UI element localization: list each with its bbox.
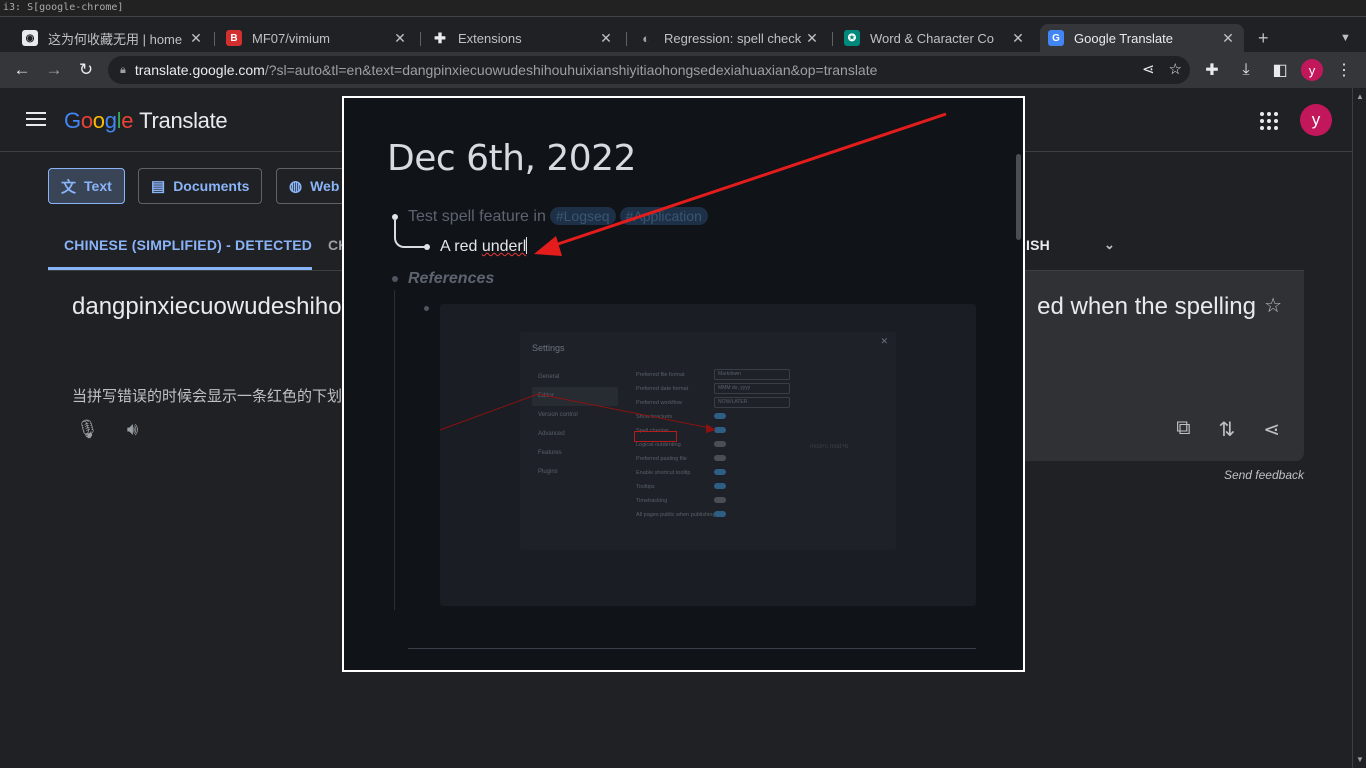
tab-vimium[interactable]: B MF07/vimium ✕	[218, 24, 416, 52]
tab-title: Google Translate	[1074, 30, 1174, 46]
translate-icon: 文	[61, 178, 77, 196]
avatar: y	[1301, 59, 1323, 81]
source-language-detected[interactable]: CHINESE (SIMPLIFIED) - DETECTED	[64, 237, 312, 253]
send-feedback-link[interactable]: Send feedback	[1224, 468, 1304, 482]
settings-options: Preferred file format Markdown Preferred …	[636, 368, 886, 522]
block-bullet[interactable]	[392, 276, 398, 282]
shortcut-hint: mod+c mod+b	[810, 444, 849, 450]
tab-regression[interactable]: ◐ Regression: spell check ✕	[630, 24, 828, 52]
account-avatar[interactable]: y	[1300, 104, 1332, 136]
tab-title: Extensions	[458, 30, 522, 46]
tab-strip: ◉ 这为何收藏无用 | home ✕ B MF07/vimium ✕ ✚ Ext…	[0, 17, 1366, 52]
chevron-down-icon[interactable]: ⌄	[1104, 237, 1115, 253]
speaker-icon[interactable]: 🔊︎	[127, 419, 138, 440]
side-panel-icon[interactable]: ◧	[1268, 58, 1292, 82]
bookmark-star-icon[interactable]: ☆	[1169, 60, 1182, 78]
google-translate-logo[interactable]: Google Translate	[64, 108, 228, 134]
source-transliteration: 当拼写错误的时候会显示一条红色的下划	[72, 388, 343, 405]
share-icon[interactable]: ⋖	[1263, 417, 1280, 442]
new-tab-button[interactable]: +	[1252, 24, 1280, 52]
puzzle-icon: ✚	[434, 29, 446, 46]
misspelled-word: underl	[481, 238, 527, 255]
highlight-box	[634, 431, 677, 442]
settings-nav: General Editor Version control Advanced …	[532, 368, 618, 482]
close-icon: ✕	[880, 336, 888, 346]
lock-icon: 🔒︎	[120, 63, 126, 76]
browser-toolbar: ← → ↻ 🔒︎ translate.google.com/?sl=auto&t…	[0, 52, 1366, 88]
tab-title: 这为何收藏无用 | home	[48, 31, 183, 47]
tag-logseq[interactable]: #Logseq	[549, 207, 616, 225]
window-manager-bar: i3: S[google-chrome]	[0, 0, 1366, 17]
download-icon[interactable]: ⤓	[1234, 58, 1258, 82]
block-text-2[interactable]: A red underl	[440, 237, 528, 256]
screenshot-overlay: Dec 6th, 2022 Test spell feature in #Logs…	[342, 96, 1025, 672]
copy-icon[interactable]: ⧉	[1176, 417, 1190, 442]
close-icon[interactable]: ✕	[188, 30, 204, 47]
close-icon[interactable]: ✕	[1220, 30, 1236, 47]
url-path: /?sl=auto&tl=en&text=dangpinxiecuowudesh…	[264, 62, 878, 78]
document-icon: ▤	[151, 178, 166, 195]
tag-application[interactable]: #Application	[619, 207, 708, 225]
translate-icon: G	[1048, 30, 1064, 46]
extensions-icon[interactable]: ✚	[1200, 58, 1224, 82]
rate-translation-icon[interactable]: ⇅	[1218, 417, 1235, 442]
close-icon[interactable]: ✕	[1010, 30, 1026, 47]
url-host: translate.google.com	[134, 62, 265, 78]
profile-button[interactable]: y	[1300, 58, 1324, 82]
tab-title: MF07/vimium	[252, 30, 331, 46]
globe-icon: ◍	[289, 178, 303, 195]
apps-grid-icon[interactable]	[1260, 112, 1278, 130]
indent-guide	[394, 290, 395, 610]
documents-mode-button[interactable]: ▤ Documents	[138, 168, 263, 204]
active-tab-indicator	[48, 267, 312, 270]
tab-title: Regression: spell check	[664, 30, 802, 46]
tab-search-button[interactable]: ▼	[1332, 24, 1360, 52]
settings-title: Settings	[532, 343, 565, 353]
block-text-1[interactable]: Test spell feature in #Logseq #Application	[408, 207, 708, 226]
microphone-icon[interactable]: 🎙︎	[76, 419, 99, 440]
tab-word-counter[interactable]: ✪ Word & Character Co ✕	[836, 24, 1034, 52]
address-bar[interactable]: 🔒︎ translate.google.com/?sl=auto&tl=en&t…	[108, 56, 1190, 84]
share-icon[interactable]: ⋖	[1142, 60, 1155, 78]
close-icon[interactable]: ✕	[804, 30, 820, 47]
github-icon: ◐	[642, 30, 650, 46]
overlay-scrollbar[interactable]	[1016, 154, 1021, 240]
target-language-english[interactable]: ISH	[1026, 237, 1050, 253]
text-mode-button[interactable]: 文 Text	[48, 168, 125, 204]
forward-icon[interactable]: →	[42, 58, 66, 82]
block-bullet[interactable]	[424, 244, 430, 250]
back-icon[interactable]: ←	[10, 58, 34, 82]
tab-extensions[interactable]: ✚ Extensions ✕	[424, 24, 622, 52]
page-scrollbar[interactable]: ▲ ▼	[1352, 88, 1366, 768]
journal-date: Dec 6th, 2022	[387, 138, 636, 179]
save-translation-star-icon[interactable]: ☆	[1264, 293, 1282, 318]
block-bullet[interactable]	[424, 306, 429, 311]
reload-icon[interactable]: ↻	[74, 58, 98, 82]
text-caret	[526, 237, 528, 254]
close-icon[interactable]: ✕	[392, 30, 408, 47]
close-icon[interactable]: ✕	[598, 30, 614, 47]
counter-icon: ✪	[844, 30, 860, 46]
embedded-settings-image: Settings ✕ General Editor Version contro…	[440, 304, 976, 606]
tab-title: Word & Character Co	[870, 30, 995, 46]
github-icon: ◉	[22, 30, 38, 46]
menu-icon[interactable]: ⋮	[1332, 58, 1356, 82]
references-heading: References	[408, 270, 495, 287]
repo-icon: B	[226, 30, 242, 46]
tab-home[interactable]: ◉ 这为何收藏无用 | home ✕	[14, 24, 212, 52]
main-menu-icon[interactable]	[26, 112, 46, 130]
tab-google-translate[interactable]: G Google Translate ✕	[1040, 24, 1244, 52]
divider	[408, 648, 976, 649]
